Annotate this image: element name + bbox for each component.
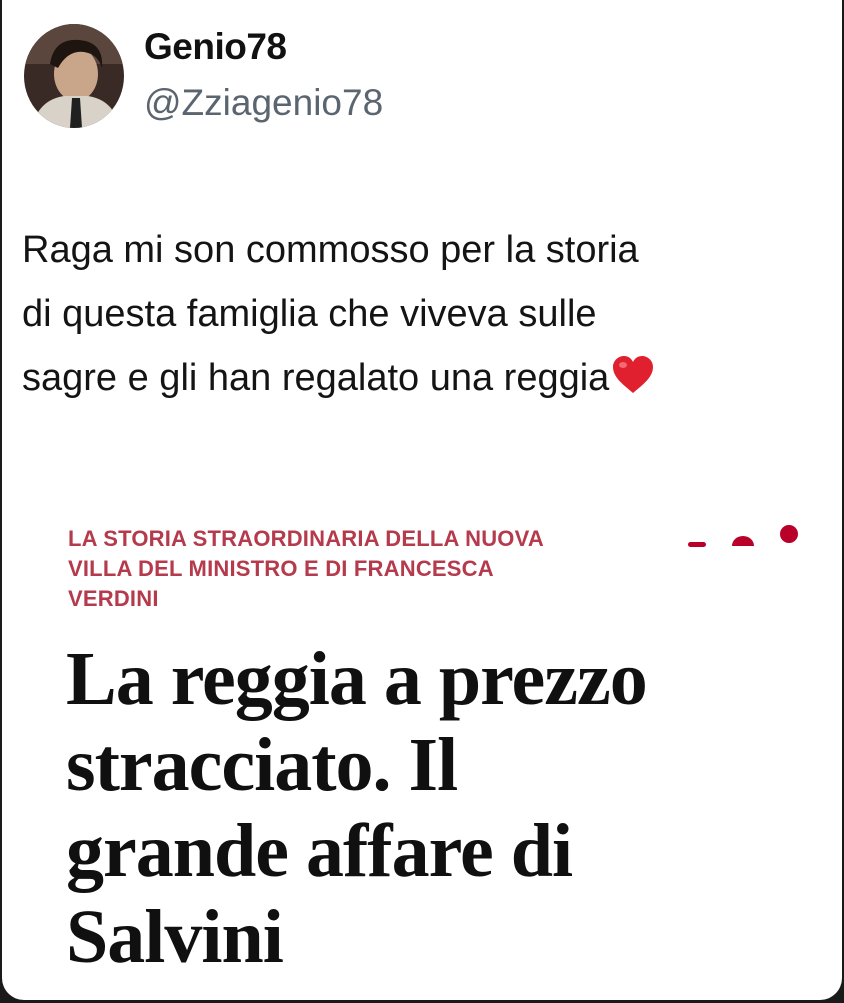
article-headline-line: Salvini (66, 895, 284, 979)
article-headline: La reggia a prezzo stracciato. Il grande… (66, 636, 826, 980)
user-handle[interactable]: @Zziagenio78 (144, 82, 383, 124)
tweet-text: Raga mi son commosso per la storia di qu… (22, 218, 832, 410)
avatar[interactable] (24, 24, 124, 128)
article-tag-line: VERDINI (68, 586, 159, 611)
tweet-text-line: di questa famiglia che viveva sulle (22, 293, 597, 335)
red-heart-icon (613, 356, 654, 393)
tweet-text-line: sagre e gli han regalato una reggia (22, 357, 610, 399)
decorative-dots-icon (688, 525, 798, 547)
article-tag-line: LA STORIA STRAORDINARIA DELLA NUOVA (68, 526, 544, 551)
article-headline-line: grande affare di (66, 809, 573, 893)
display-name[interactable]: Genio78 (144, 26, 287, 68)
avatar-photo (24, 24, 124, 128)
tweet-text-last-line: sagre e gli han regalato una reggia (22, 346, 832, 410)
tweet-card: Genio78 @Zziagenio78 Raga mi son commoss… (2, 0, 842, 1000)
article-headline-line: stracciato. Il (66, 723, 458, 807)
tweet-text-line: Raga mi son commosso per la storia (22, 229, 639, 271)
article-headline-line: La reggia a prezzo (66, 637, 648, 721)
article-tag-line: VILLA DEL MINISTRO E DI FRANCESCA (68, 556, 494, 581)
article-tag: LA STORIA STRAORDINARIA DELLA NUOVA VILL… (68, 524, 668, 614)
